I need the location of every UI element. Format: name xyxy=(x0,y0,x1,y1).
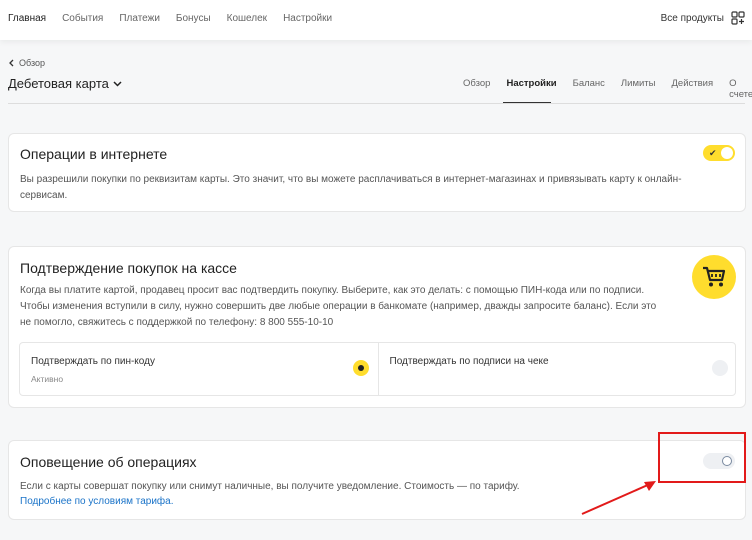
section-tabs: Обзор Настройки Баланс Лимиты Действия О… xyxy=(455,78,752,100)
online-payments-card: Операции в интернете Вы разрешили покупк… xyxy=(8,133,746,212)
page-title: Дебетовая карта xyxy=(8,76,109,91)
option-signature[interactable]: Подтверждать по подписи на чеке xyxy=(377,343,736,395)
tariff-link[interactable]: Подробнее по условиям тарифа. xyxy=(20,496,174,507)
pos-confirmation-card: Подтверждение покупок на кассе Когда вы … xyxy=(8,246,746,408)
top-bar: Главная События Платежи Бонусы Кошелек Н… xyxy=(0,0,752,40)
online-payments-toggle[interactable]: ✔ xyxy=(703,145,735,161)
option-status: Активно xyxy=(31,374,64,384)
nav-item-bonuses[interactable]: Бонусы xyxy=(176,13,211,24)
card-text: Когда вы платите картой, продавец просит… xyxy=(20,285,657,328)
option-label: Подтверждать по подписи на чеке xyxy=(389,356,549,367)
tab-overview[interactable]: Обзор xyxy=(463,78,490,100)
card-title: Подтверждение покупок на кассе xyxy=(20,260,237,276)
chevron-down-icon xyxy=(113,80,122,87)
nav-item-wallet[interactable]: Кошелек xyxy=(227,13,267,24)
nav-item-events[interactable]: События xyxy=(62,13,103,24)
apps-plus-icon[interactable] xyxy=(731,11,745,25)
nav-item-home[interactable]: Главная xyxy=(8,13,46,24)
tab-about-account[interactable]: О счете xyxy=(729,78,752,100)
check-icon: ✔ xyxy=(709,148,717,158)
nav-item-payments[interactable]: Платежи xyxy=(119,13,160,24)
annotation-arrow-icon xyxy=(581,481,656,515)
option-pin[interactable]: Подтверждать по пин-коду Активно xyxy=(20,343,378,395)
card-title: Оповещение об операциях xyxy=(20,454,197,470)
breadcrumb[interactable]: Обзор xyxy=(8,58,45,68)
annotation-highlight-box xyxy=(658,432,746,483)
chevron-left-icon xyxy=(9,59,14,67)
tab-limits[interactable]: Лимиты xyxy=(621,78,656,100)
divider xyxy=(8,103,745,104)
shopping-cart-icon xyxy=(692,255,736,299)
top-nav: Главная События Платежи Бонусы Кошелек Н… xyxy=(8,13,348,24)
radio-unselected[interactable] xyxy=(712,360,728,376)
tab-actions[interactable]: Действия xyxy=(671,78,713,100)
card-text: Если с карты совершат покупку или снимут… xyxy=(20,481,520,492)
confirmation-options: Подтверждать по пин-коду Активно Подтвер… xyxy=(19,342,736,396)
tab-settings[interactable]: Настройки xyxy=(506,78,556,100)
breadcrumb-label: Обзор xyxy=(19,58,45,68)
all-products-link[interactable]: Все продукты xyxy=(661,13,724,24)
card-title: Операции в интернете xyxy=(20,146,168,162)
option-label: Подтверждать по пин-коду xyxy=(31,356,155,367)
tab-balance[interactable]: Баланс xyxy=(573,78,605,100)
product-selector[interactable]: Дебетовая карта xyxy=(8,76,122,91)
toggle-knob xyxy=(721,147,733,159)
card-text: Вы разрешили покупки по реквизитам карты… xyxy=(20,174,682,201)
nav-item-settings[interactable]: Настройки xyxy=(283,13,332,24)
radio-selected[interactable] xyxy=(352,360,369,376)
